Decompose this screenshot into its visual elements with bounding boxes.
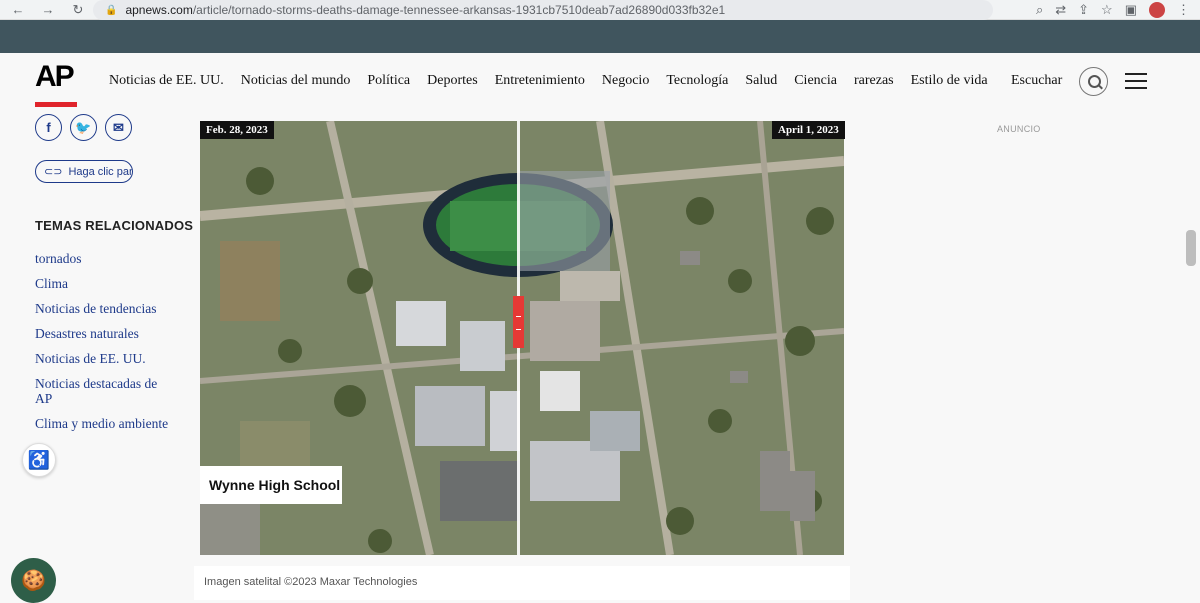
- side-panel-icon[interactable]: ▣: [1125, 2, 1137, 18]
- email-icon[interactable]: ✉: [105, 114, 132, 141]
- topic-link[interactable]: Clima y medio ambiente: [35, 416, 175, 431]
- site-header: AP Noticias de EE. UU. Noticias del mund…: [0, 53, 1200, 113]
- url-path: /article/tornado-storms-deaths-damage-te…: [192, 3, 726, 17]
- lock-icon: 🔒: [105, 4, 118, 16]
- after-date-label: April 1, 2023: [772, 121, 845, 139]
- nav-technology[interactable]: Tecnología: [666, 73, 728, 89]
- profile-avatar[interactable]: [1149, 2, 1165, 18]
- translate-icon[interactable]: ⇄: [1055, 2, 1066, 18]
- advertisement-label: ANUNCIO: [997, 124, 1041, 134]
- reload-icon[interactable]: ↻: [70, 2, 86, 18]
- nav-entertainment[interactable]: Entretenimiento: [495, 73, 585, 89]
- nav-world-news[interactable]: Noticias del mundo: [241, 73, 351, 89]
- topic-link[interactable]: Noticias de tendencias: [35, 301, 175, 316]
- bookmark-star-icon[interactable]: ☆: [1101, 2, 1113, 18]
- topic-link[interactable]: Noticias destacadas de AP: [35, 376, 175, 406]
- nav-us-news[interactable]: Noticias de EE. UU.: [109, 73, 224, 89]
- hamburger-menu-icon[interactable]: [1125, 73, 1147, 89]
- url-domain: apnews.com: [125, 3, 193, 17]
- social-share: f 🐦 ✉: [35, 114, 132, 141]
- listen-link[interactable]: Escuchar: [1011, 73, 1062, 89]
- facebook-icon[interactable]: f: [35, 114, 62, 141]
- back-icon[interactable]: ←: [10, 2, 26, 17]
- topic-link[interactable]: tornados: [35, 251, 175, 266]
- nav-business[interactable]: Negocio: [602, 73, 649, 89]
- related-topics-list: tornados Clima Noticias de tendencias De…: [35, 251, 175, 441]
- browser-toolbar: ← → ↻ 🔒 apnews.com /article/tornado-stor…: [0, 0, 1200, 20]
- menu-kebab-icon[interactable]: ⋮: [1177, 2, 1190, 18]
- copy-link-label: Haga clic para: [68, 165, 133, 178]
- ap-logo[interactable]: AP: [35, 55, 77, 107]
- link-icon: ⊂⊃: [44, 166, 63, 178]
- twitter-icon[interactable]: 🐦: [70, 114, 97, 141]
- topic-link[interactable]: Desastres naturales: [35, 326, 175, 341]
- comparison-slider-handle[interactable]: [513, 296, 525, 348]
- related-topics-title: TEMAS RELACIONADOS: [35, 218, 194, 233]
- main-nav: Noticias de EE. UU. Noticias del mundo P…: [109, 73, 1005, 89]
- zoom-icon[interactable]: ⌕: [1036, 2, 1043, 18]
- location-label: Wynne High School: [200, 466, 342, 504]
- before-date-label: Feb. 28, 2023: [200, 121, 274, 139]
- nav-politics[interactable]: Política: [367, 73, 410, 89]
- nav-health[interactable]: Salud: [745, 73, 777, 89]
- search-icon[interactable]: [1079, 67, 1108, 96]
- share-icon[interactable]: ⇪: [1078, 2, 1089, 18]
- copy-link-button[interactable]: ⊂⊃ Haga clic para: [35, 160, 133, 183]
- page-scrollbar[interactable]: [1186, 230, 1196, 266]
- top-banner: [0, 20, 1200, 53]
- cookie-settings-icon[interactable]: 🍪: [11, 558, 56, 603]
- nav-lifestyle[interactable]: Estilo de vida: [911, 73, 988, 89]
- accessibility-icon[interactable]: ♿: [22, 443, 56, 477]
- forward-icon[interactable]: →: [40, 2, 56, 17]
- address-bar[interactable]: 🔒 apnews.com /article/tornado-storms-dea…: [93, 0, 993, 20]
- nav-oddities[interactable]: rarezas: [854, 73, 894, 89]
- topic-link[interactable]: Clima: [35, 276, 175, 291]
- nav-science[interactable]: Ciencia: [794, 73, 837, 89]
- topic-link[interactable]: Noticias de EE. UU.: [35, 351, 175, 366]
- image-caption: Imagen satelital ©2023 Maxar Technologie…: [194, 566, 850, 600]
- nav-sports[interactable]: Deportes: [427, 73, 478, 89]
